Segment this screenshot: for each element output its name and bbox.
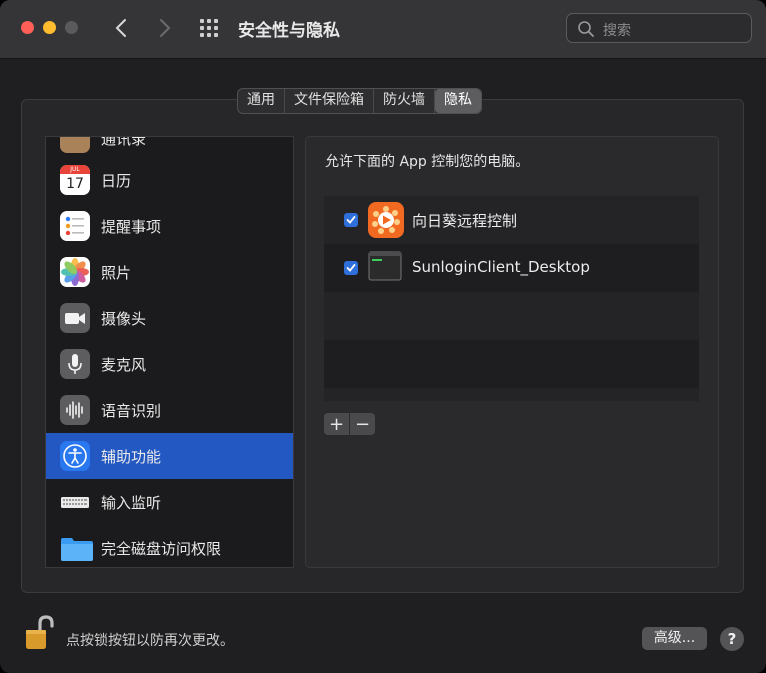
terminal-icon (368, 250, 404, 286)
calendar-icon: JUL 17 (60, 165, 90, 195)
search-icon (578, 21, 594, 37)
app-checkbox[interactable] (344, 261, 358, 275)
camera-icon (60, 303, 90, 333)
sidebar-item-label: 输入监听 (101, 494, 162, 512)
sidebar-item-calendar[interactable]: JUL 17 日历 (46, 157, 293, 203)
tab-bar: 通用 文件保险箱 防火墙 隐私 (237, 88, 482, 114)
tab-privacy[interactable]: 隐私 (435, 89, 481, 113)
tab-filevault[interactable]: 文件保险箱 (285, 89, 374, 113)
sidebar-item-reminders[interactable]: 提醒事项 (46, 203, 293, 249)
sidebar-item-camera[interactable]: 摄像头 (46, 295, 293, 341)
tab-firewall[interactable]: 防火墙 (374, 89, 435, 113)
sunflower-icon (368, 202, 404, 238)
unlocked-lock-icon[interactable] (24, 614, 54, 656)
microphone-icon (60, 349, 90, 379)
sidebar-item-label: 麦克风 (101, 356, 147, 374)
app-list[interactable]: 向日葵远程控制 SunloginClient_Desktop (324, 196, 699, 401)
checkmark-icon (346, 264, 356, 272)
privacy-category-list[interactable]: 通讯录 JUL 17 日历 提醒事项 照片 摄像头 麦克风 语音识别 辅助功能 … (45, 136, 294, 568)
help-button[interactable]: ? (720, 627, 744, 651)
remove-app-button[interactable]: − (350, 413, 375, 435)
calendar-day: 17 (66, 176, 84, 192)
add-remove-control: + − (324, 413, 375, 435)
contacts-icon (60, 137, 90, 153)
window-title: 安全性与隐私 (238, 21, 340, 41)
photos-icon (60, 257, 90, 287)
zoom-window-button[interactable] (65, 21, 78, 34)
calendar-month: JUL (60, 165, 90, 174)
accessibility-icon (60, 441, 90, 471)
sidebar-item-accessibility[interactable]: 辅助功能 (46, 433, 293, 479)
preferences-window: 安全性与隐私 搜索 通用 文件保险箱 防火墙 隐私 通讯录 JUL 17 日历 (0, 0, 766, 673)
sidebar-item-microphone[interactable]: 麦克风 (46, 341, 293, 387)
chevron-left-icon (115, 19, 126, 37)
permission-description: 允许下面的 App 控制您的电脑。 (325, 154, 530, 170)
sidebar-item-label: 日历 (101, 172, 132, 190)
app-name: SunloginClient_Desktop (412, 258, 590, 276)
search-placeholder: 搜索 (603, 23, 631, 39)
sidebar-item-input-monitoring[interactable]: 输入监听 (46, 479, 293, 525)
chevron-right-icon (160, 19, 171, 37)
sidebar-item-photos[interactable]: 照片 (46, 249, 293, 295)
add-app-button[interactable]: + (324, 413, 350, 435)
app-row[interactable]: 向日葵远程控制 (324, 196, 699, 244)
speech-recognition-icon (60, 395, 90, 425)
empty-row (324, 388, 699, 401)
tab-general[interactable]: 通用 (238, 89, 285, 113)
sidebar-item-label: 语音识别 (101, 402, 162, 420)
checkmark-icon (346, 216, 356, 224)
minimize-window-button[interactable] (43, 21, 56, 34)
close-window-button[interactable] (21, 21, 34, 34)
sidebar-item-speech-recognition[interactable]: 语音识别 (46, 387, 293, 433)
forward-button[interactable] (152, 15, 178, 41)
app-checkbox[interactable] (344, 213, 358, 227)
sidebar-item-label: 辅助功能 (101, 448, 162, 466)
sidebar-item-full-disk-access[interactable]: 完全磁盘访问权限 (46, 525, 293, 567)
sidebar-item-label: 照片 (101, 264, 132, 282)
show-all-grid-icon[interactable] (200, 19, 220, 39)
app-name: 向日葵远程控制 (412, 212, 518, 230)
lock-message: 点按锁按钮以防再次更改。 (66, 633, 234, 649)
empty-row (324, 292, 699, 340)
keyboard-icon (60, 487, 90, 517)
back-button[interactable] (108, 15, 134, 41)
sidebar-item-label: 通讯录 (101, 136, 147, 148)
sidebar-item-label: 提醒事项 (101, 218, 162, 236)
folder-icon (60, 533, 93, 563)
app-row[interactable]: SunloginClient_Desktop (324, 244, 699, 292)
empty-row (324, 340, 699, 388)
title-bar: 安全性与隐私 搜索 (0, 0, 766, 59)
sidebar-item-label: 摄像头 (101, 310, 147, 328)
advanced-button[interactable]: 高级... (642, 627, 707, 650)
search-field[interactable]: 搜索 (566, 13, 752, 43)
sidebar-item-label: 完全磁盘访问权限 (101, 540, 222, 558)
reminders-icon (60, 211, 90, 241)
